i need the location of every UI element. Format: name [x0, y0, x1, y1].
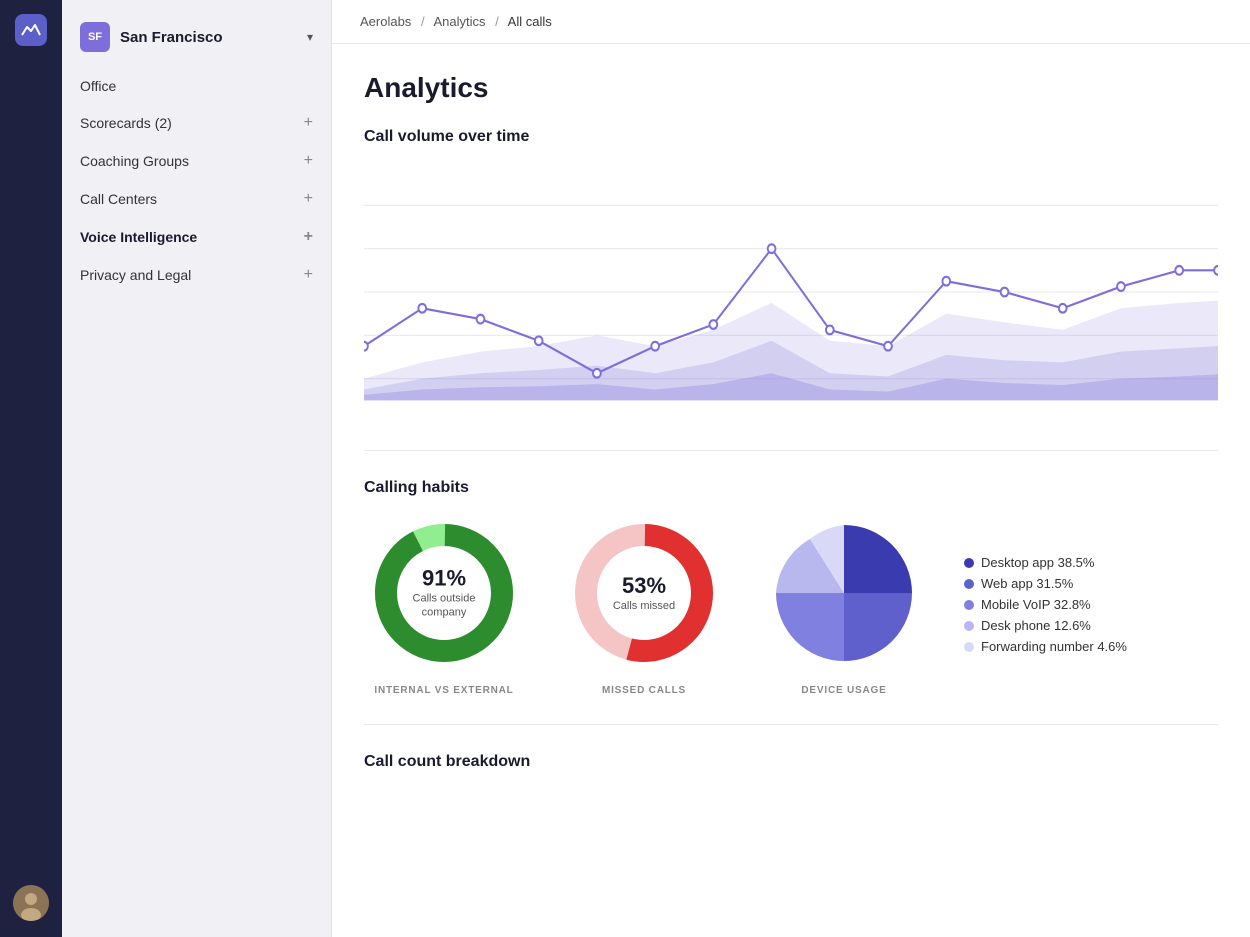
- calling-habits-title: Calling habits: [364, 479, 1218, 497]
- call-volume-title: Call volume over time: [364, 128, 1218, 146]
- legend-item-desktop: Desktop app 38.5%: [964, 555, 1127, 570]
- missed-calls-chart: 53% Calls missed MISSED CALLS: [564, 513, 724, 696]
- nav-plus-coaching[interactable]: +: [304, 152, 313, 170]
- device-usage-label: DEVICE USAGE: [801, 685, 886, 696]
- legend-item-webapp: Web app 31.5%: [964, 576, 1127, 591]
- nav-plus-scorecards[interactable]: +: [304, 114, 313, 132]
- nav-label-coaching: Coaching Groups: [80, 153, 189, 169]
- legend-item-desk: Desk phone 12.6%: [964, 618, 1127, 633]
- call-volume-chart: [364, 162, 1218, 422]
- missed-calls-donut: 53% Calls missed: [564, 513, 724, 673]
- legend-dot-mobile: [964, 600, 974, 610]
- nav-item-office[interactable]: Office: [62, 68, 331, 104]
- divider-2: [364, 724, 1218, 725]
- internal-external-chart: 91% Calls outsidecompany INTERNAL VS EXT…: [364, 513, 524, 696]
- breadcrumb-current: All calls: [508, 14, 552, 29]
- nav-sidebar: SF San Francisco ▾ Office Scorecards (2)…: [62, 0, 332, 937]
- legend-dot-desk: [964, 621, 974, 631]
- legend-label-mobile: Mobile VoIP 32.8%: [981, 597, 1091, 612]
- app-logo[interactable]: [15, 14, 47, 46]
- nav-plus-callcenters[interactable]: +: [304, 190, 313, 208]
- breadcrumb-org[interactable]: Aerolabs: [360, 14, 411, 29]
- workspace-name[interactable]: SF San Francisco: [80, 22, 223, 52]
- device-usage-pie: [764, 513, 924, 673]
- missed-calls-pct: 53%: [613, 573, 675, 599]
- legend-label-webapp: Web app 31.5%: [981, 576, 1073, 591]
- nav-label-scorecards: Scorecards (2): [80, 115, 172, 131]
- topbar: Aerolabs / Analytics / All calls: [332, 0, 1250, 44]
- call-count-title: Call count breakdown: [364, 753, 1218, 771]
- nav-label-privacy: Privacy and Legal: [80, 267, 191, 283]
- nav-item-coaching[interactable]: Coaching Groups +: [62, 142, 331, 180]
- device-usage-legend: Desktop app 38.5% Web app 31.5% Mobile V…: [964, 555, 1127, 654]
- user-avatar[interactable]: [13, 885, 49, 921]
- workspace-badge: SF: [80, 22, 110, 52]
- nav-plus-privacy[interactable]: +: [304, 266, 313, 284]
- divider-1: [364, 450, 1218, 451]
- workspace-header: SF San Francisco ▾: [62, 12, 331, 68]
- legend-item-mobile: Mobile VoIP 32.8%: [964, 597, 1127, 612]
- charts-row: 91% Calls outsidecompany INTERNAL VS EXT…: [364, 513, 1218, 696]
- missed-calls-sub: Calls missed: [613, 599, 675, 613]
- dark-sidebar: [0, 0, 62, 937]
- nav-label-voice: Voice Intelligence: [80, 229, 197, 245]
- legend-label-forward: Forwarding number 4.6%: [981, 639, 1127, 654]
- internal-external-donut: 91% Calls outsidecompany: [364, 513, 524, 673]
- internal-external-center: 91% Calls outsidecompany: [413, 566, 476, 621]
- device-usage-chart: DEVICE USAGE: [764, 513, 924, 696]
- nav-label-callcenters: Call Centers: [80, 191, 157, 207]
- calling-habits-section: Calling habits 91% Calls outsidecomp: [364, 479, 1218, 696]
- page-title: Analytics: [364, 72, 1218, 104]
- breadcrumb-sep1: /: [421, 14, 425, 29]
- legend-dot-forward: [964, 642, 974, 652]
- workspace-dropdown-icon[interactable]: ▾: [307, 30, 313, 44]
- nav-item-callcenters[interactable]: Call Centers +: [62, 180, 331, 218]
- missed-calls-center: 53% Calls missed: [613, 573, 675, 613]
- nav-label-office: Office: [80, 78, 116, 94]
- legend-item-forward: Forwarding number 4.6%: [964, 639, 1127, 654]
- nav-item-privacy[interactable]: Privacy and Legal +: [62, 256, 331, 294]
- breadcrumb: Aerolabs / Analytics / All calls: [360, 14, 1222, 29]
- workspace-title: San Francisco: [120, 29, 223, 46]
- nav-plus-voice[interactable]: +: [304, 228, 313, 246]
- legend-label-desk: Desk phone 12.6%: [981, 618, 1091, 633]
- legend-dot-desktop: [964, 558, 974, 568]
- internal-external-sub: Calls outsidecompany: [413, 592, 476, 621]
- legend-label-desktop: Desktop app 38.5%: [981, 555, 1094, 570]
- internal-external-label: INTERNAL VS EXTERNAL: [374, 685, 513, 696]
- content-area: Analytics Call volume over time: [332, 44, 1250, 937]
- nav-item-scorecards[interactable]: Scorecards (2) +: [62, 104, 331, 142]
- legend-dot-webapp: [964, 579, 974, 589]
- nav-item-voice[interactable]: Voice Intelligence +: [62, 218, 331, 256]
- breadcrumb-section[interactable]: Analytics: [433, 14, 485, 29]
- breadcrumb-sep2: /: [495, 14, 499, 29]
- internal-external-pct: 91%: [413, 566, 476, 592]
- main-content: Aerolabs / Analytics / All calls Analyti…: [332, 0, 1250, 937]
- missed-calls-label: MISSED CALLS: [602, 685, 686, 696]
